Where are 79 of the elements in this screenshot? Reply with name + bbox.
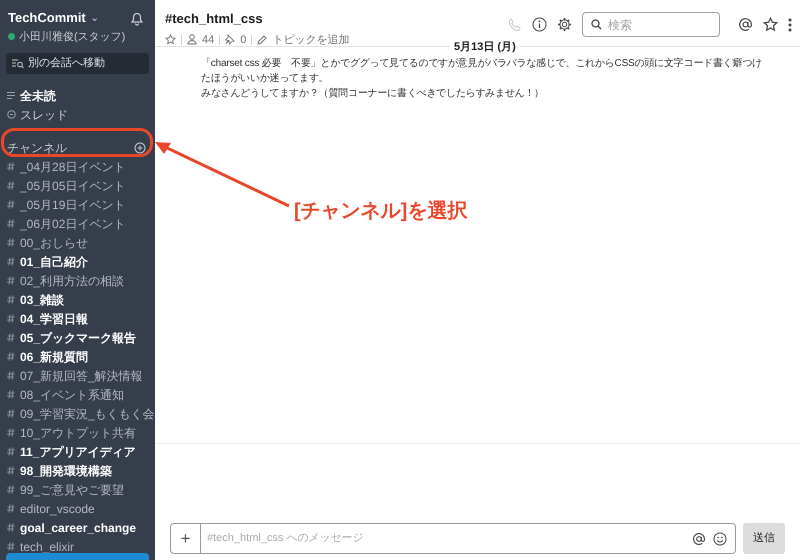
channel-item[interactable]: _04月28日イベント — [20, 158, 126, 176]
channel-item[interactable]: 02_利用方法の相談 — [20, 272, 124, 290]
channel-item[interactable]: 07_新規回答_解決情報 — [20, 366, 143, 384]
message-text: みなさんどうしてますか？（質問コーナーに書くべきでしたらすみません！） — [201, 86, 544, 101]
channel-item[interactable]: 01_自己紹介 — [20, 252, 88, 270]
hash-icon — [7, 238, 15, 247]
jump-to-button[interactable]: 別の会話へ移動 — [6, 53, 149, 74]
workspace-name[interactable]: TechCommit — [8, 8, 86, 28]
message-text: たほうがいいか迷ってます。 — [201, 72, 328, 86]
channel-item[interactable]: goal_career_change — [20, 518, 136, 536]
channel-item[interactable]: 04_学習日報 — [20, 310, 88, 328]
thread-icon — [7, 110, 16, 119]
hash-icon — [7, 276, 15, 285]
message-field[interactable]: + #tech_html_css へのメッセージ — [170, 523, 736, 554]
hash-icon — [7, 200, 15, 209]
channel-item[interactable]: _05月19日イベント — [20, 196, 126, 214]
hash-icon — [7, 409, 15, 418]
channel-item[interactable]: 10_アウトプット共有 — [20, 424, 136, 442]
bell-icon[interactable] — [130, 11, 144, 26]
pin-count[interactable]: 0 — [240, 32, 246, 48]
channel-item[interactable]: 05_ブックマーク報告 — [20, 328, 136, 346]
hash-icon — [7, 466, 15, 475]
channel-item[interactable]: _05月05日イベント — [20, 176, 126, 194]
add-circle-icon[interactable] — [134, 142, 146, 154]
channel-item[interactable]: 03_雑談 — [20, 290, 64, 308]
message-text: 「charset css 必要 不要」とかでググって見てるのですが意見がバラバラな感じで、これからCSSの頭に文字コード書く癖つけ — [201, 56, 762, 71]
hash-icon — [7, 523, 15, 532]
more-icon[interactable] — [788, 18, 792, 32]
search-list-icon — [12, 58, 24, 68]
hash-icon — [7, 542, 15, 551]
nav-item[interactable]: 全未読 — [20, 86, 56, 104]
hash-icon — [7, 352, 15, 361]
hash-icon — [7, 314, 15, 323]
mention-icon[interactable] — [738, 17, 753, 32]
channel-item[interactable]: editor_vscode — [20, 500, 95, 518]
star-icon[interactable] — [763, 17, 778, 32]
hash-icon — [7, 162, 15, 171]
attach-button[interactable]: + — [171, 524, 201, 553]
channel-item[interactable]: _06月02日イベント — [20, 214, 126, 232]
hash-icon — [7, 447, 15, 456]
channel-title: #tech_html_css — [165, 10, 264, 28]
channel-item[interactable]: 09_学習実況_もくもく会 — [20, 404, 155, 422]
hash-icon — [7, 219, 15, 228]
search-icon — [591, 19, 602, 30]
mention-icon[interactable] — [692, 532, 706, 546]
hash-icon — [7, 295, 15, 304]
info-icon[interactable] — [532, 17, 547, 32]
user-name: 小田川雅俊(スタッフ) — [19, 30, 126, 44]
channel-item[interactable]: 00_おしらせ — [20, 234, 88, 252]
hash-icon — [7, 428, 15, 437]
hash-icon — [7, 390, 15, 399]
person-icon[interactable] — [187, 34, 197, 46]
list-icon — [7, 91, 16, 100]
message-input[interactable]: #tech_html_css へのメッセージ — [201, 530, 692, 547]
channel-item[interactable]: tech_elixir — [20, 538, 74, 556]
channel-item[interactable]: 06_新規質問 — [20, 348, 88, 366]
settings-icon[interactable] — [557, 17, 572, 32]
search-field[interactable]: 検索 — [582, 12, 720, 37]
member-count[interactable]: 44 — [202, 32, 214, 48]
channel-item[interactable]: 99_ご意見やご要望 — [20, 480, 124, 498]
hash-icon — [7, 504, 15, 513]
pencil-icon[interactable] — [257, 34, 268, 45]
emoji-icon[interactable] — [713, 532, 727, 546]
hash-icon — [7, 181, 15, 190]
hash-icon — [7, 257, 15, 266]
channels-header[interactable]: チャンネル — [7, 138, 67, 156]
send-button[interactable]: 送信 — [743, 523, 785, 554]
channel-item[interactable]: 98_開発環境構築 — [20, 462, 112, 480]
add-topic-link[interactable]: トピックを追加 — [272, 32, 350, 48]
hash-icon — [7, 371, 15, 380]
pin-icon[interactable] — [225, 34, 236, 46]
hash-icon — [7, 333, 15, 342]
nav-item[interactable]: スレッド — [20, 106, 68, 124]
hash-icon — [7, 485, 15, 494]
caret-icon[interactable]: ⌄ — [90, 10, 99, 26]
star-icon[interactable] — [165, 34, 176, 46]
annotation-label: [チャンネル]を選択 — [294, 199, 468, 224]
channel-item[interactable]: 11_アプリアイディア — [20, 442, 136, 460]
channel-item[interactable]: 08_イベント系通知 — [20, 386, 124, 404]
